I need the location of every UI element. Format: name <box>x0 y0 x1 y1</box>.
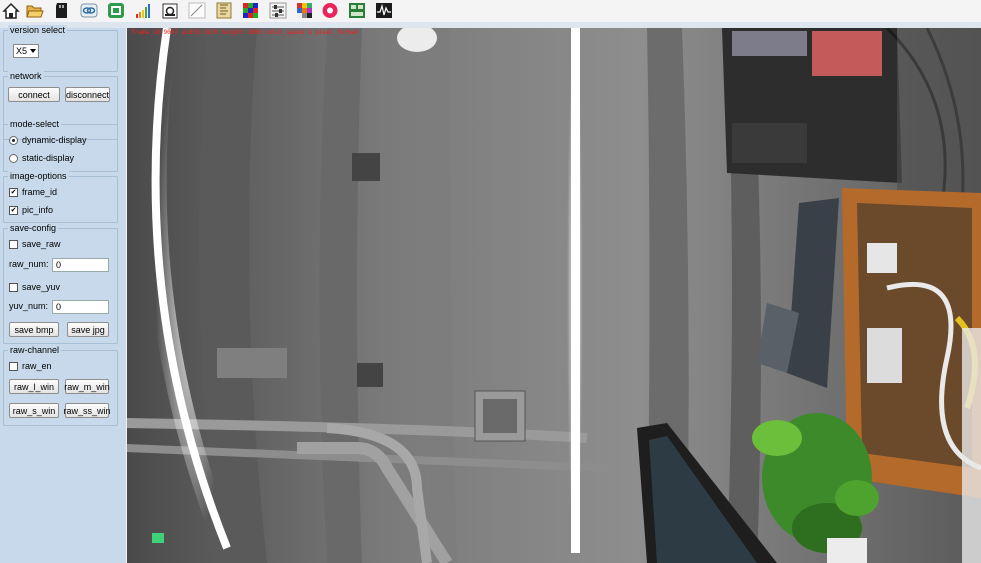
raw-num-label: raw_num: <box>9 259 49 269</box>
checkbox-label: raw_en <box>22 361 52 371</box>
checkbox-label: save_yuv <box>22 282 61 292</box>
static-display-radio[interactable]: static-display <box>9 153 74 163</box>
checkbox-label: frame_id <box>22 187 58 197</box>
raw-l-win-button[interactable]: raw_l_win <box>9 379 59 394</box>
image-options-group: image-options ✔ frame_id ✔ pic_info <box>3 171 118 223</box>
camera-icon[interactable] <box>160 1 180 20</box>
group-title: save-config <box>8 223 59 234</box>
colorchecker-icon[interactable] <box>295 1 315 20</box>
save-jpg-button[interactable]: save jpg <box>67 322 109 337</box>
raw-m-win-button[interactable]: raw_m_win <box>64 379 110 394</box>
save-bmp-button[interactable]: save bmp <box>9 322 59 337</box>
version-select-group: version select X5 <box>3 25 118 72</box>
disconnect-button[interactable]: disconnect <box>65 87 110 102</box>
chip-icon[interactable] <box>106 1 126 20</box>
folder-open-icon[interactable] <box>25 1 45 20</box>
group-title: image-options <box>8 171 69 182</box>
checkbox-box <box>9 282 18 292</box>
dynamic-display-radio[interactable]: dynamic-display <box>9 135 87 145</box>
frame-id-checkbox[interactable]: ✔ frame_id <box>9 187 57 197</box>
version-dropdown[interactable]: X5 <box>13 44 39 58</box>
save-yuv-checkbox[interactable]: save_yuv <box>9 282 60 292</box>
raw-num-input[interactable]: 0 <box>52 258 109 272</box>
radio-indicator <box>9 153 18 163</box>
color-grid-icon[interactable] <box>241 1 261 20</box>
raw-channel-group: raw-channel raw_en raw_l_win raw_m_win r… <box>3 345 118 426</box>
checkbox-label: save_raw <box>22 239 61 249</box>
checkbox-box <box>9 361 18 371</box>
radio-label: dynamic-display <box>22 135 87 145</box>
version-value: X5 <box>16 46 28 56</box>
ruler-icon[interactable] <box>214 1 234 20</box>
home-icon[interactable] <box>1 1 21 20</box>
yuv-num-label: yuv_num: <box>9 301 49 311</box>
control-panel: version select X5 network connect discon… <box>0 25 126 563</box>
connect-button[interactable]: connect <box>8 87 60 102</box>
pic-info-checkbox[interactable]: ✔ pic_info <box>9 205 53 215</box>
save-raw-checkbox[interactable]: save_raw <box>9 239 61 249</box>
group-title: raw-channel <box>8 345 62 356</box>
sd-card-icon[interactable] <box>52 1 72 20</box>
group-title: version select <box>8 25 68 36</box>
save-config-group: save-config save_raw raw_num: 0 save_yuv… <box>3 223 118 344</box>
radio-indicator <box>9 135 18 145</box>
frame-info-overlay: frame_id:9067 width:1920 height:1080 col… <box>131 29 359 36</box>
chevron-down-icon <box>30 49 36 53</box>
raw-ss-win-button[interactable]: raw_ss_win <box>63 403 111 418</box>
checkbox-box <box>9 239 18 249</box>
layout-icon[interactable] <box>347 1 367 20</box>
checkmark-icon: ✔ <box>9 205 18 215</box>
raw-en-checkbox[interactable]: raw_en <box>9 361 52 371</box>
settings-sliders-icon[interactable] <box>268 1 288 20</box>
yuv-num-input[interactable]: 0 <box>52 300 109 314</box>
camera-frame-image <box>127 28 981 563</box>
checkmark-icon: ✔ <box>9 187 18 197</box>
waveform-icon[interactable] <box>374 1 394 20</box>
link-icon[interactable] <box>79 1 99 20</box>
raw-s-win-button[interactable]: raw_s_win <box>9 403 59 418</box>
group-title: mode-select <box>8 119 62 130</box>
checkbox-label: pic_info <box>22 205 54 215</box>
mode-select-group: mode-select dynamic-display static-displ… <box>3 119 118 172</box>
toolbar <box>0 0 981 23</box>
radio-label: static-display <box>22 153 75 163</box>
draw-icon[interactable] <box>187 1 207 20</box>
group-title: network <box>8 71 44 82</box>
record-icon[interactable] <box>320 1 340 20</box>
camera-preview[interactable]: frame_id:9067 width:1920 height:1080 col… <box>127 28 981 563</box>
signal-bars-icon[interactable] <box>133 1 153 20</box>
